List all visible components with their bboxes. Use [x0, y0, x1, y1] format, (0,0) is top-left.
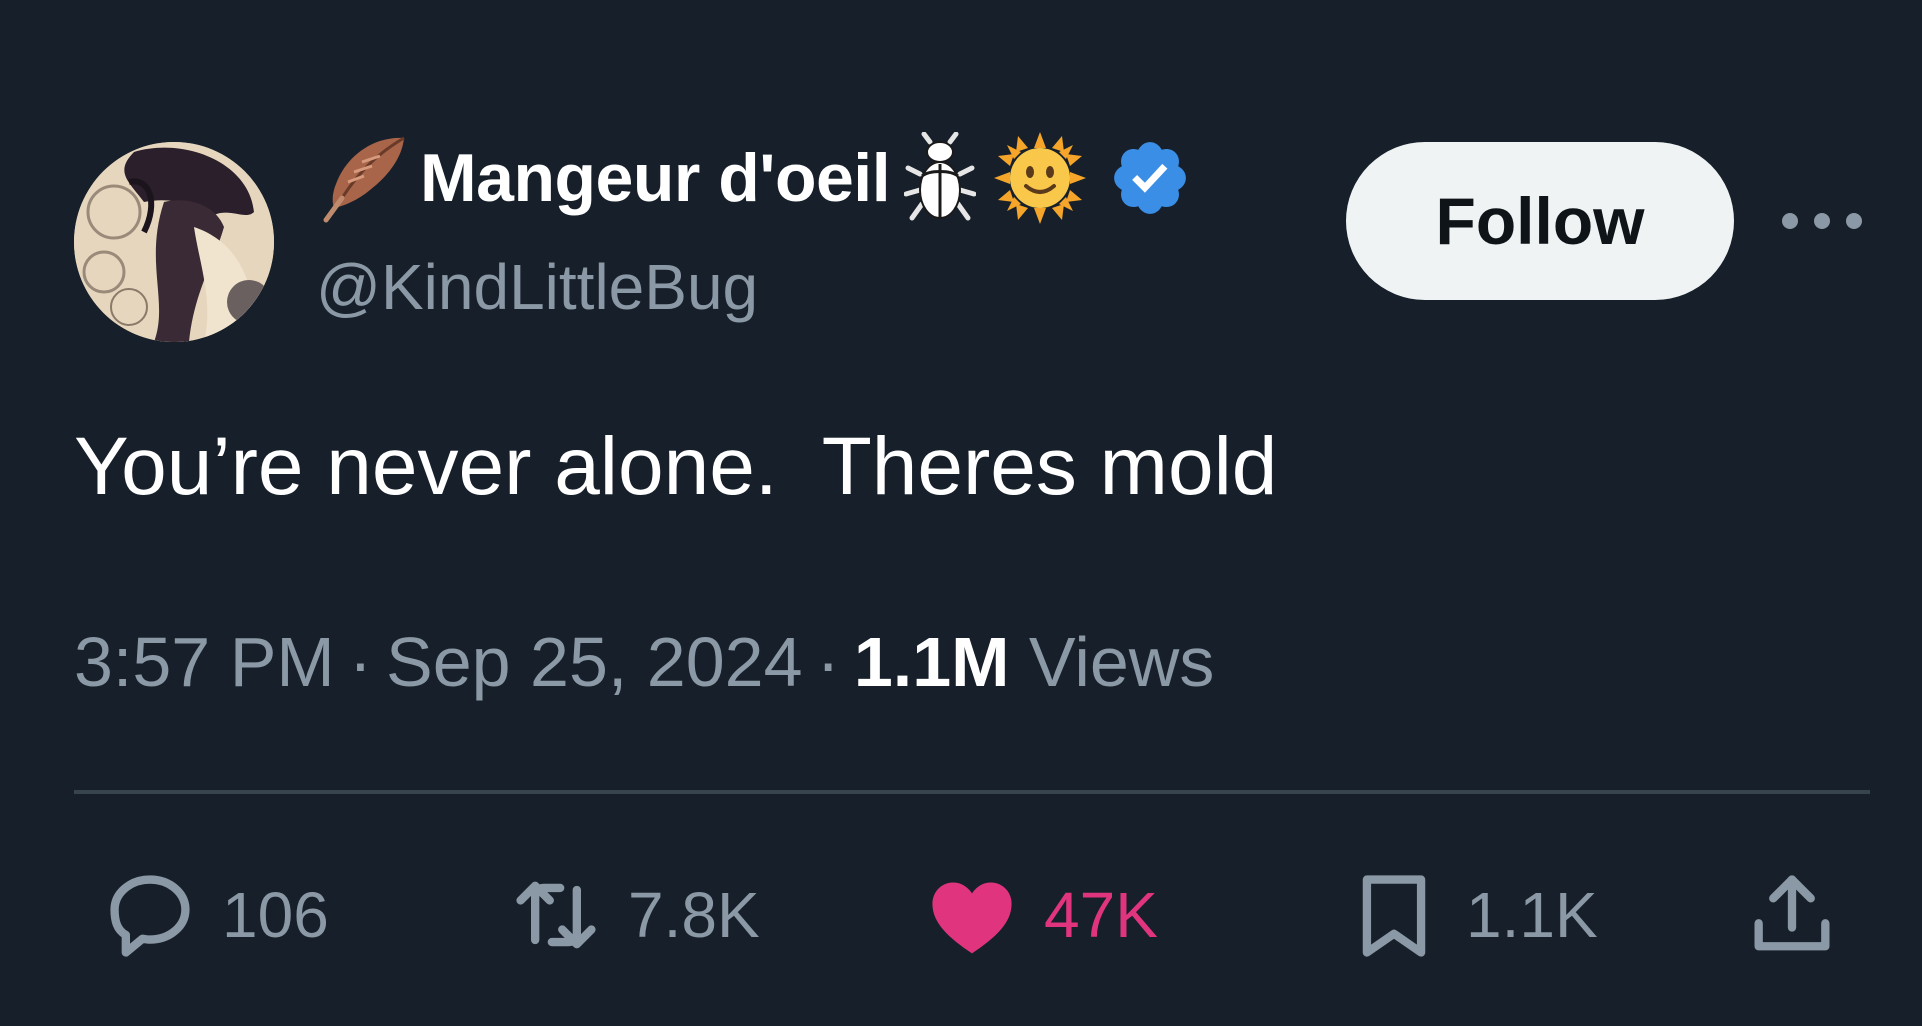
tweet-text: You’re never alone. Theres mold: [74, 421, 1278, 512]
more-dot: [1814, 213, 1830, 229]
repost-button[interactable]: 7.8K: [506, 860, 760, 970]
tweet-card: Mangeur d'oeil @KindLittleBug Follow You…: [0, 0, 1922, 1026]
more-options-icon[interactable]: [1782, 200, 1862, 242]
repost-count: 7.8K: [628, 879, 760, 951]
views-label: Views: [1028, 623, 1215, 701]
share-icon: [1754, 875, 1830, 951]
like-button[interactable]: 47K: [922, 860, 1158, 970]
tweet-meta: 3:57 PM · Sep 25, 2024 · 1.1M Views: [74, 622, 1214, 702]
reply-icon: [110, 875, 190, 957]
views-count: 1.1M: [853, 623, 1010, 701]
repost-icon: [516, 881, 596, 949]
bookmark-button[interactable]: 1.1K: [1344, 860, 1598, 970]
feather-icon: [323, 136, 405, 223]
more-dot: [1846, 213, 1862, 229]
follow-button[interactable]: Follow: [1346, 142, 1734, 300]
verified-badge-icon[interactable]: [1108, 136, 1192, 220]
display-name[interactable]: Mangeur d'oeil: [420, 139, 891, 217]
author-name-row[interactable]: Mangeur d'oeil: [318, 132, 1192, 224]
share-button[interactable]: [1742, 860, 1842, 970]
sun-with-face-icon: [994, 132, 1087, 224]
avatar[interactable]: [74, 142, 274, 342]
divider: [74, 790, 1870, 794]
reply-button[interactable]: 106: [100, 860, 329, 970]
tweet-date[interactable]: Sep 25, 2024: [386, 623, 802, 701]
like-count: 47K: [1044, 879, 1158, 951]
author-handle[interactable]: @KindLittleBug: [316, 250, 758, 324]
bookmark-icon: [1362, 875, 1426, 957]
bookmark-count: 1.1K: [1466, 879, 1598, 951]
heart-icon: [932, 882, 1012, 954]
avatar-image: [74, 142, 274, 342]
tweet-time[interactable]: 3:57 PM: [74, 623, 335, 701]
beetle-icon: [904, 132, 977, 221]
more-dot: [1782, 213, 1798, 229]
meta-separator: ·: [348, 623, 373, 701]
reply-count: 106: [222, 879, 329, 951]
meta-separator: ·: [816, 623, 840, 701]
